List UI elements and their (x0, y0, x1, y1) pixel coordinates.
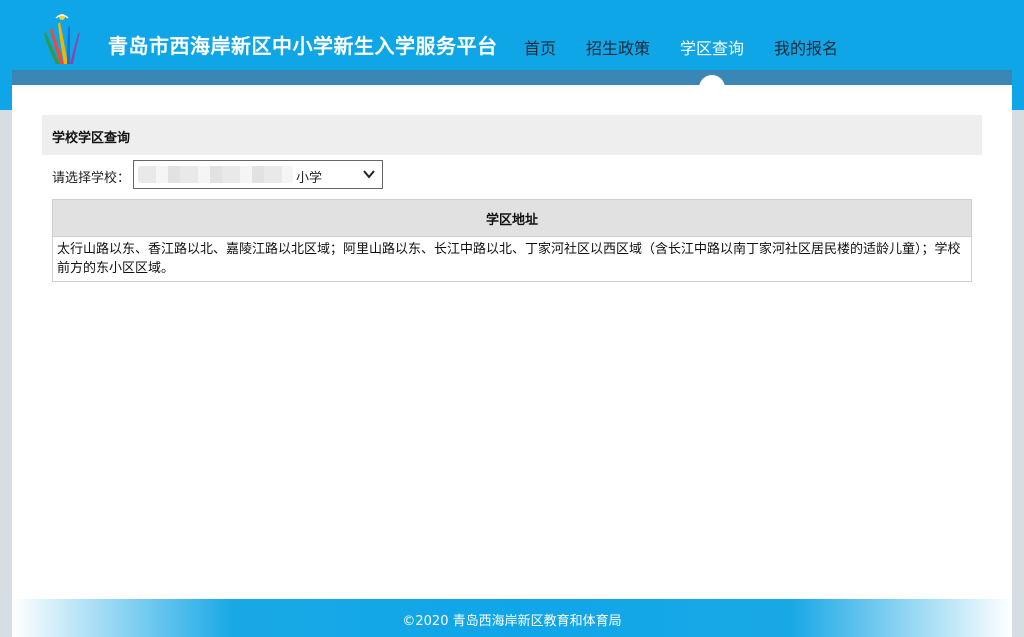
school-select-label: 请选择学校： (52, 171, 131, 186)
school-select[interactable]: 小学 (133, 160, 383, 189)
main-content: 学校学区查询 请选择学校： 小学 学区地址 太行山路以东、香江路以北、嘉陵江路以… (12, 85, 1012, 599)
section-title: 学校学区查询 (52, 131, 131, 146)
table-header-address: 学区地址 (52, 199, 972, 237)
footer-copyright: ©2020 青岛西海岸新区教育和体育局 (402, 614, 622, 629)
district-table: 学区地址 太行山路以东、香江路以北、嘉陵江路以北区域；阿里山路以东、长江中路以北… (52, 199, 972, 282)
blurred-school-name (138, 166, 293, 183)
header-band (12, 70, 1012, 85)
chevron-down-icon (363, 170, 375, 179)
nav-item-my-registration[interactable]: 我的报名 (774, 35, 838, 59)
section-header: 学校学区查询 (42, 115, 982, 155)
district-address-cell: 太行山路以东、香江路以北、嘉陵江路以北区域；阿里山路以东、长江中路以北、丁家河社… (57, 242, 961, 276)
site-title: 青岛市西海岸新区中小学新生入学服务平台 (108, 34, 498, 58)
school-select-value: 小学 (296, 171, 323, 186)
table-row: 太行山路以东、香江路以北、嘉陵江路以北区域；阿里山路以东、长江中路以北、丁家河社… (53, 237, 972, 282)
nav-item-home[interactable]: 首页 (524, 35, 556, 59)
colorful-brush-logo-icon (44, 14, 80, 64)
nav-item-district-query[interactable]: 学区查询 (680, 35, 744, 59)
site-footer: ©2020 青岛西海岸新区教育和体育局 (12, 599, 1012, 637)
nav-item-enrollment-policy[interactable]: 招生政策 (586, 35, 650, 59)
